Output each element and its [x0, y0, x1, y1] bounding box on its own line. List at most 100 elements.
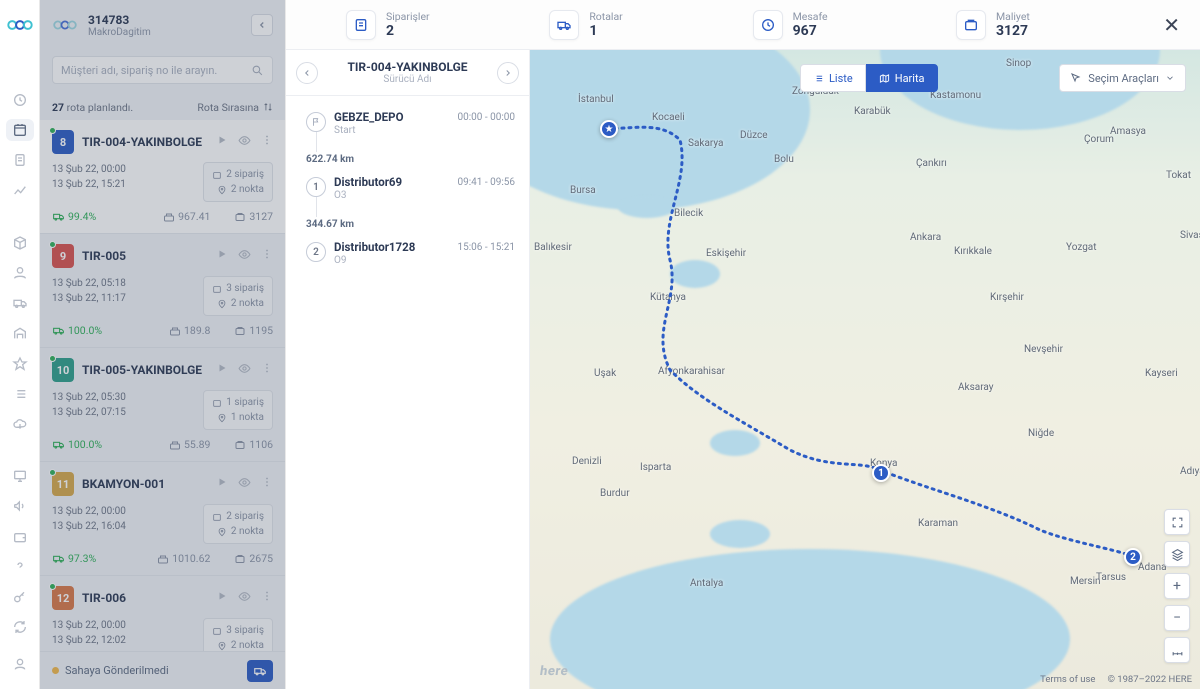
- nav-monitor-icon[interactable]: [6, 465, 34, 487]
- nav-keys-icon[interactable]: [6, 586, 34, 608]
- close-button[interactable]: ✕: [1159, 9, 1184, 41]
- nav-profile-icon[interactable]: [6, 653, 34, 675]
- route-orders: 3 sipariş: [226, 281, 264, 296]
- route-title: TIR-005: [82, 249, 126, 263]
- panel-header: 314783 MakroDagitim: [40, 0, 285, 50]
- more-icon[interactable]: [261, 590, 273, 606]
- summary-row: 27 rota planlandı. Rota Sırasına: [40, 94, 285, 120]
- terms-link[interactable]: Terms of use: [1040, 674, 1095, 685]
- eye-icon[interactable]: [238, 134, 251, 150]
- stop-sub: O3: [334, 190, 515, 201]
- map-pin-2[interactable]: 2: [1124, 548, 1142, 566]
- kpi-cost: Maliyet3127: [956, 10, 1109, 40]
- tab-list[interactable]: Liste: [800, 64, 866, 92]
- main-area: Siparişler2 Rotalar1 Mesafe967 Maliyet31…: [286, 0, 1200, 689]
- route-pct: 100.0%: [68, 438, 102, 451]
- more-icon[interactable]: [261, 248, 273, 264]
- nav-dashboard-icon[interactable]: [6, 89, 34, 111]
- route-points: 2 nokta: [231, 638, 264, 651]
- eye-icon[interactable]: [238, 362, 251, 378]
- map-attribution: Terms of use © 1987–2022 HERE: [1040, 674, 1192, 685]
- nav-packages-icon[interactable]: [6, 231, 34, 253]
- route-card[interactable]: 12 TIR-006 13 Şub 22, 00:0013 Şub 22, 12…: [40, 576, 285, 651]
- route-card[interactable]: 8 TIR-004-YAKINBOLGE 13 Şub 22, 00:0013 …: [40, 120, 285, 234]
- nav-depot-icon[interactable]: [6, 322, 34, 344]
- nav-list-icon[interactable]: [6, 383, 34, 405]
- more-icon[interactable]: [261, 362, 273, 378]
- eye-icon[interactable]: [238, 248, 251, 264]
- play-icon[interactable]: [216, 248, 228, 264]
- route-pct: 100.0%: [68, 324, 102, 337]
- orders-icon: [346, 10, 376, 40]
- nav-orders-icon[interactable]: [6, 149, 34, 171]
- stop-list: GEBZE_DEPO Start 00:00 - 00:00622.74 km …: [286, 96, 529, 294]
- map-pin-1[interactable]: 1: [872, 464, 890, 482]
- route-points: 1 nokta: [231, 410, 264, 425]
- stop-item[interactable]: 2 Distributor1728 O9 15:06 - 15:21: [306, 240, 515, 280]
- nav-fleet-icon[interactable]: [6, 292, 34, 314]
- map-layers-button[interactable]: [1164, 541, 1190, 567]
- stop-time: 09:41 - 09:56: [457, 177, 515, 188]
- tab-map[interactable]: Harita: [866, 64, 938, 92]
- collapse-button[interactable]: [251, 14, 273, 36]
- play-icon[interactable]: [216, 362, 228, 378]
- map-zoom-in-button[interactable]: +: [1164, 573, 1190, 599]
- map-scale-button[interactable]: [1164, 637, 1190, 663]
- nav-planning-icon[interactable]: [6, 119, 34, 141]
- cost-icon: [956, 10, 986, 40]
- eye-icon[interactable]: [238, 590, 251, 606]
- route-card[interactable]: 10 TIR-005-YAKINBOLGE 13 Şub 22, 05:3013…: [40, 348, 285, 462]
- search-input[interactable]: Müşteri adı, sipariş no ile arayın.: [52, 56, 273, 84]
- search-icon: [251, 64, 264, 77]
- map-controls: + −: [1164, 509, 1190, 663]
- route-points: 2 nokta: [231, 524, 264, 539]
- route-time-start: 13 Şub 22, 00:00: [52, 618, 203, 633]
- map-fullscreen-button[interactable]: [1164, 509, 1190, 535]
- play-icon[interactable]: [216, 476, 228, 492]
- nav-zones-icon[interactable]: [6, 352, 34, 374]
- search-placeholder: Müşteri adı, sipariş no ile arayın.: [61, 64, 217, 77]
- here-logo: here: [539, 664, 569, 679]
- route-card[interactable]: 11 BKAMYON-001 13 Şub 22, 00:0013 Şub 22…: [40, 462, 285, 576]
- panel-footer: Sahaya Gönderilmedi: [40, 651, 285, 689]
- route-cost: 2675: [249, 552, 273, 565]
- stop-item[interactable]: GEBZE_DEPO Start 00:00 - 00:00: [306, 110, 515, 150]
- route-badge: 8: [52, 130, 74, 154]
- nav-announce-icon[interactable]: [6, 495, 34, 517]
- play-icon[interactable]: [216, 134, 228, 150]
- routes-icon: [549, 10, 579, 40]
- stop-distance: 622.74 km: [306, 154, 515, 165]
- route-cost: 1106: [249, 438, 273, 451]
- kpi-bar: Siparişler2 Rotalar1 Mesafe967 Maliyet31…: [286, 0, 1200, 50]
- map-pin-start[interactable]: ★: [600, 120, 618, 138]
- sort-button[interactable]: Rota Sırasına: [197, 101, 273, 114]
- selection-tools-button[interactable]: Seçim Araçları: [1059, 64, 1186, 92]
- route-dist: 1010.62: [172, 552, 210, 565]
- detail-subtitle: Sürücü Adı: [318, 74, 497, 85]
- more-icon[interactable]: [261, 476, 273, 492]
- route-points: 2 nokta: [231, 296, 264, 311]
- nav-wallet-icon[interactable]: [6, 526, 34, 548]
- route-title: TIR-004-YAKINBOLGE: [82, 135, 202, 149]
- dispatch-button[interactable]: [247, 660, 273, 682]
- kpi-orders: Siparişler2: [346, 10, 499, 40]
- more-icon[interactable]: [261, 134, 273, 150]
- route-card[interactable]: 9 TIR-005 13 Şub 22, 05:1813 Şub 22, 11:…: [40, 234, 285, 348]
- route-time-end: 13 Şub 22, 07:15: [52, 405, 203, 420]
- stop-item[interactable]: 1 Distributor69 O3 09:41 - 09:56: [306, 175, 515, 215]
- org-id: 314783: [88, 13, 151, 27]
- eye-icon[interactable]: [238, 476, 251, 492]
- stop-marker: 2: [306, 242, 326, 262]
- kpi-distance: Mesafe967: [753, 10, 906, 40]
- next-route-button[interactable]: [497, 62, 519, 84]
- nav-help-icon[interactable]: [6, 556, 34, 578]
- nav-users-icon[interactable]: [6, 262, 34, 284]
- map-canvas[interactable]: İstanbulKocaeliBursaEskişehirBilecikSaka…: [530, 50, 1200, 689]
- nav-reports-icon[interactable]: [6, 179, 34, 201]
- stop-marker: 1: [306, 177, 326, 197]
- prev-route-button[interactable]: [296, 62, 318, 84]
- nav-cloud-icon[interactable]: [6, 413, 34, 435]
- map-zoom-out-button[interactable]: −: [1164, 605, 1190, 631]
- nav-refresh-icon[interactable]: [6, 616, 34, 638]
- play-icon[interactable]: [216, 590, 228, 606]
